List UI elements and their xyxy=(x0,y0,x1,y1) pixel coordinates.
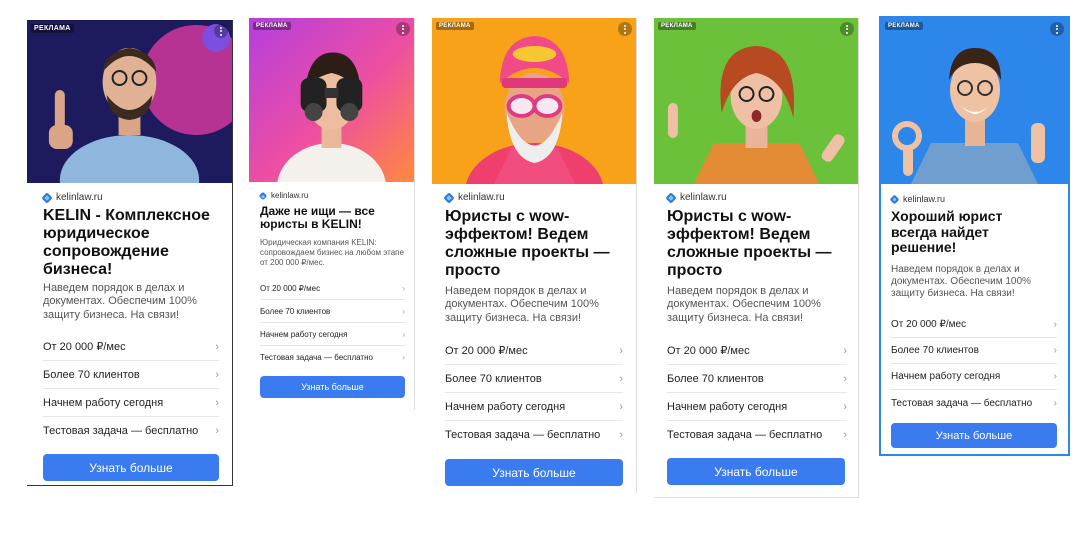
ad-card-3[interactable]: РЕКЛАМА kelinlaw.ru Юристы с wow-эффекто… xyxy=(432,18,637,493)
feature-item[interactable]: Тестовая задача — бесплатно › xyxy=(43,417,219,445)
feature-list: От 20 000 ₽/мес › Более 70 клиентов › На… xyxy=(260,277,405,369)
ad-card-5[interactable]: РЕКЛАМА kelinlaw.ru Хороший юрист всегда… xyxy=(879,16,1070,456)
domain-link[interactable]: kelinlaw.ru xyxy=(889,194,946,204)
ad-label: РЕКЛАМА xyxy=(31,24,74,33)
ad-title[interactable]: Юристы с wow-эффектом! Ведем сложные про… xyxy=(667,208,847,280)
feature-item[interactable]: Начнем работу сегодня › xyxy=(260,323,405,346)
feature-list: От 20 000 ₽/мес › Более 70 клиентов › На… xyxy=(445,337,623,449)
feature-item[interactable]: Тестовая задача — бесплатно › xyxy=(891,390,1057,416)
chevron-right-icon: › xyxy=(402,283,405,293)
learn-more-button[interactable]: Узнать больше xyxy=(43,454,219,481)
ad-card-1[interactable]: РЕКЛАМА kelinlaw.ru KELIN - Комплексное … xyxy=(27,20,233,486)
domain-logo-icon xyxy=(258,191,268,200)
ad-description: Юридическая компания KELIN: сопровождаем… xyxy=(260,238,404,267)
chevron-right-icon: › xyxy=(619,344,623,357)
feature-item[interactable]: Более 70 клиентов › xyxy=(445,365,623,393)
more-options-icon[interactable] xyxy=(1050,22,1064,36)
domain-logo-icon xyxy=(41,191,53,204)
domain-text: kelinlaw.ru xyxy=(903,194,946,204)
feature-list: От 20 000 ₽/мес › Более 70 клиентов › На… xyxy=(43,333,219,445)
chevron-right-icon: › xyxy=(215,396,219,409)
chevron-right-icon: › xyxy=(619,372,623,385)
ad-photo[interactable]: РЕКЛАМА xyxy=(249,18,414,182)
chevron-right-icon: › xyxy=(1053,319,1057,330)
ad-photo[interactable]: РЕКЛАМА xyxy=(27,20,232,183)
feature-item[interactable]: Более 70 клиентов › xyxy=(260,300,405,323)
ad-label: РЕКЛАМА xyxy=(658,22,696,30)
feature-item[interactable]: Более 70 клиентов › xyxy=(891,338,1057,364)
chevron-right-icon: › xyxy=(215,340,219,353)
ad-title[interactable]: Даже не ищи — все юристы в KELIN! xyxy=(260,204,400,232)
feature-item[interactable]: От 20 000 ₽/мес › xyxy=(445,337,623,365)
more-options-icon[interactable] xyxy=(396,22,410,36)
ad-card-4[interactable]: РЕКЛАМА kelinlaw.ru Юристы с wow-эффекто… xyxy=(654,18,859,498)
feature-item[interactable]: Начнем работу сегодня › xyxy=(891,364,1057,390)
feature-item[interactable]: От 20 000 ₽/мес › xyxy=(667,337,847,365)
feature-item[interactable]: Более 70 клиентов › xyxy=(667,365,847,393)
ad-description: Наведем порядок в делах и документах. Об… xyxy=(891,264,1031,300)
learn-more-button[interactable]: Узнать больше xyxy=(891,423,1057,448)
chevron-right-icon: › xyxy=(843,429,847,441)
learn-more-button[interactable]: Узнать больше xyxy=(445,459,623,486)
ad-label: РЕКЛАМА xyxy=(885,22,923,30)
domain-link[interactable]: kelinlaw.ru xyxy=(665,191,727,204)
feature-item[interactable]: От 20 000 ₽/мес › xyxy=(260,277,405,300)
ad-label: РЕКЛАМА xyxy=(436,22,474,30)
domain-link[interactable]: kelinlaw.ru xyxy=(41,191,103,204)
chevron-right-icon: › xyxy=(1053,371,1057,382)
ad-title[interactable]: KELIN - Комплексное юридическое сопровож… xyxy=(43,207,227,279)
feature-item[interactable]: Тестовая задача — бесплатно › xyxy=(667,421,847,449)
ad-description: Наведем порядок в делах и документах. Об… xyxy=(445,285,599,324)
feature-item[interactable]: Более 70 клиентов › xyxy=(43,361,219,389)
more-options-icon[interactable] xyxy=(618,22,632,36)
chevron-right-icon: › xyxy=(402,353,405,362)
feature-item[interactable]: Тестовая задача — бесплатно › xyxy=(445,421,623,449)
domain-link[interactable]: kelinlaw.ru xyxy=(443,191,505,204)
feature-list: От 20 000 ₽/мес › Более 70 клиентов › На… xyxy=(667,337,847,449)
domain-logo-icon xyxy=(665,191,677,204)
more-options-icon[interactable] xyxy=(840,22,854,36)
domain-logo-icon xyxy=(889,194,900,204)
feature-list: От 20 000 ₽/мес › Более 70 клиентов › На… xyxy=(891,312,1057,416)
ad-photo[interactable]: РЕКЛАМА xyxy=(432,18,636,184)
chevron-right-icon: › xyxy=(1053,345,1057,356)
feature-item[interactable]: Начнем работу сегодня › xyxy=(43,389,219,417)
feature-item[interactable]: Тестовая задача — бесплатно › xyxy=(260,346,405,369)
feature-item[interactable]: От 20 000 ₽/мес › xyxy=(891,312,1057,338)
ad-description: Наведем порядок в делах и документах. Об… xyxy=(43,282,197,321)
learn-more-button[interactable]: Узнать больше xyxy=(667,458,845,485)
chevron-right-icon: › xyxy=(402,329,405,339)
feature-item[interactable]: Начнем работу сегодня › xyxy=(667,393,847,421)
chevron-right-icon: › xyxy=(843,400,847,413)
ad-description: Наведем порядок в делах и документах. Об… xyxy=(667,285,821,324)
domain-text: kelinlaw.ru xyxy=(56,192,103,203)
domain-text: kelinlaw.ru xyxy=(271,191,309,200)
ad-photo[interactable]: РЕКЛАМА xyxy=(654,18,858,184)
chevron-right-icon: › xyxy=(215,425,219,437)
feature-item[interactable]: Начнем работу сегодня › xyxy=(445,393,623,421)
chevron-right-icon: › xyxy=(843,344,847,357)
learn-more-button[interactable]: Узнать больше xyxy=(260,376,405,398)
chevron-right-icon: › xyxy=(619,400,623,413)
ad-title[interactable]: Хороший юрист всегда найдет решение! xyxy=(891,208,1041,256)
domain-text: kelinlaw.ru xyxy=(680,192,727,203)
ad-photo[interactable]: РЕКЛАМА xyxy=(881,18,1068,184)
more-options-icon[interactable] xyxy=(214,24,228,38)
chevron-right-icon: › xyxy=(619,429,623,441)
ad-title[interactable]: Юристы с wow-эффектом! Ведем сложные про… xyxy=(445,208,625,280)
domain-text: kelinlaw.ru xyxy=(458,192,505,203)
chevron-right-icon: › xyxy=(402,306,405,316)
domain-link[interactable]: kelinlaw.ru xyxy=(258,191,309,200)
feature-item[interactable]: От 20 000 ₽/мес › xyxy=(43,333,219,361)
chevron-right-icon: › xyxy=(215,368,219,381)
ad-label: РЕКЛАМА xyxy=(253,22,291,30)
chevron-right-icon: › xyxy=(1053,397,1057,409)
domain-logo-icon xyxy=(443,191,455,204)
chevron-right-icon: › xyxy=(843,372,847,385)
ad-card-2[interactable]: РЕКЛАМА kelinlaw.ru Даже не ищи — все юр… xyxy=(249,18,415,410)
